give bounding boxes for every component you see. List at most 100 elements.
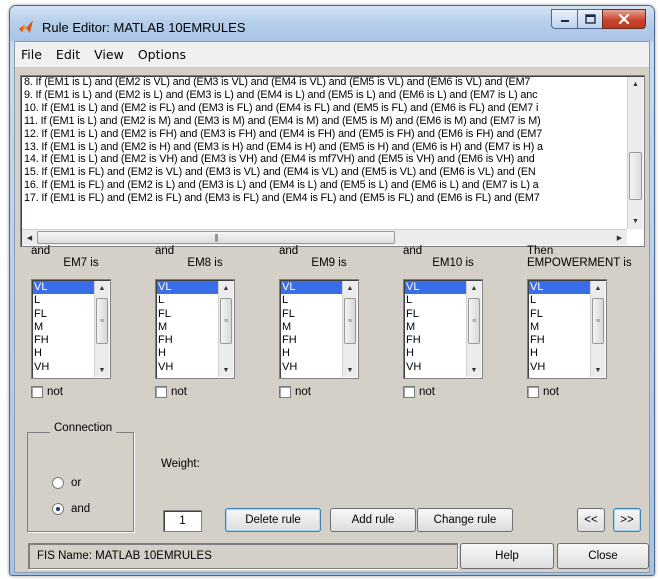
listbox-scrollbar[interactable]: ▲ ≡ ▼ [94,281,109,377]
list-item[interactable]: H [405,347,467,360]
list-item[interactable]: VL [157,281,219,295]
rule-line[interactable]: 16. If (EM1 is FL) and (EM2 is L) and (E… [24,179,624,192]
list-item[interactable]: M [157,321,219,334]
membership-listbox[interactable]: VL L FL M FH H VH ▲ ≡ ▼ [31,279,111,379]
listbox-scrollbar[interactable]: ▲ ≡ ▼ [466,281,481,377]
scroll-down-icon[interactable]: ▼ [628,214,643,229]
and-radio[interactable] [52,503,64,515]
listbox-scrollbar[interactable]: ▲ ≡ ▼ [590,281,605,377]
not-checkbox-row[interactable]: not [31,386,63,398]
list-item[interactable]: H [157,347,219,360]
membership-listbox[interactable]: VL L FL M FH H VH ▲ ≡ ▼ [155,279,235,379]
list-item[interactable]: M [405,321,467,334]
scroll-right-icon[interactable]: ▶ [612,230,627,245]
rule-list-horizontal-scrollbar[interactable]: ◀ ||| ▶ [22,229,627,245]
minimize-button[interactable] [551,9,578,29]
not-checkbox[interactable] [403,386,415,398]
connection-and-radio-row[interactable]: and [52,503,90,515]
previous-page-button[interactable]: << [577,508,605,532]
list-item[interactable]: H [281,347,343,360]
listbox-scrollbar[interactable]: ▲ ≡ ▼ [342,281,357,377]
or-radio[interactable] [52,477,64,489]
listbox-scrollbar[interactable]: ▲ ≡ ▼ [218,281,233,377]
rule-line[interactable]: 17. If (EM1 is FL) and (EM2 is FL) and (… [24,192,624,205]
list-item[interactable]: L [33,294,95,307]
not-checkbox[interactable] [155,386,167,398]
list-item[interactable]: FL [157,308,219,321]
help-button[interactable]: Help [460,543,554,569]
list-item[interactable]: VH [33,361,95,374]
list-item[interactable]: H [529,347,591,360]
list-item[interactable]: M [33,321,95,334]
list-item[interactable]: FL [405,308,467,321]
scroll-up-icon[interactable]: ▲ [467,281,481,295]
rule-list-vertical-scrollbar[interactable]: ▲ ▼ [627,77,643,229]
list-item[interactable]: L [157,294,219,307]
scroll-down-icon[interactable]: ▼ [95,363,109,377]
list-item[interactable]: VH [405,361,467,374]
list-item[interactable]: H [33,347,95,360]
scroll-thumb[interactable]: ≡ [220,298,232,344]
list-item[interactable]: M [281,321,343,334]
change-rule-button[interactable]: Change rule [417,508,513,532]
list-item[interactable]: FL [529,308,591,321]
menu-view[interactable]: View [94,47,124,62]
list-item[interactable]: L [281,294,343,307]
rule-line[interactable]: 10. If (EM1 is L) and (EM2 is FL) and (E… [24,102,624,115]
delete-rule-button[interactable]: Delete rule [225,508,321,532]
add-rule-button[interactable]: Add rule [330,508,416,532]
menu-file[interactable]: File [21,47,42,62]
membership-listbox[interactable]: VL L FL M FH H VH ▲ ≡ ▼ [279,279,359,379]
title-bar[interactable]: Rule Editor: MATLAB 10EMRULES [10,6,654,41]
rule-line[interactable]: 11. If (EM1 is L) and (EM2 is M) and (EM… [24,115,624,128]
rule-line[interactable]: 15. If (EM1 is FL) and (EM2 is VL) and (… [24,166,624,179]
list-item[interactable]: FH [529,334,591,347]
not-checkbox[interactable] [279,386,291,398]
rule-line[interactable]: 8. If (EM1 is L) and (EM2 is VL) and (EM… [24,76,624,89]
scroll-thumb[interactable] [629,152,642,200]
list-item[interactable]: VH [529,361,591,374]
rule-list[interactable]: 8. If (EM1 is L) and (EM2 is VL) and (EM… [20,75,645,247]
connection-or-radio-row[interactable]: or [52,477,81,489]
list-item[interactable]: FH [33,334,95,347]
scroll-thumb[interactable]: ≡ [344,298,356,344]
list-item[interactable]: VH [157,361,219,374]
list-item[interactable]: VL [281,281,343,295]
rule-line[interactable]: 9. If (EM1 is L) and (EM2 is L) and (EM3… [24,89,624,102]
not-checkbox-row[interactable]: not [527,386,559,398]
scroll-thumb[interactable]: ≡ [592,298,604,344]
list-item[interactable]: L [405,294,467,307]
close-window-button[interactable] [602,9,646,29]
scroll-up-icon[interactable]: ▲ [591,281,605,295]
menu-edit[interactable]: Edit [56,47,80,62]
rule-line[interactable]: 13. If (EM1 is L) and (EM2 is H) and (EM… [24,141,624,154]
maximize-button[interactable] [577,9,603,29]
scroll-up-icon[interactable]: ▲ [219,281,233,295]
not-checkbox[interactable] [31,386,43,398]
scroll-up-icon[interactable]: ▲ [343,281,357,295]
list-item[interactable]: FH [281,334,343,347]
close-button[interactable]: Close [557,543,649,569]
next-page-button[interactable]: >> [613,508,641,532]
scroll-down-icon[interactable]: ▼ [591,363,605,377]
list-item[interactable]: FL [281,308,343,321]
list-item[interactable]: FL [33,308,95,321]
scroll-thumb[interactable]: ≡ [468,298,480,344]
not-checkbox-row[interactable]: not [155,386,187,398]
not-checkbox-row[interactable]: not [403,386,435,398]
menu-options[interactable]: Options [138,47,186,62]
list-item[interactable]: VL [529,281,591,295]
scroll-left-icon[interactable]: ◀ [22,230,37,245]
list-item[interactable]: VH [281,361,343,374]
list-item[interactable]: FH [405,334,467,347]
membership-listbox[interactable]: VL L FL M FH H VH ▲ ≡ ▼ [403,279,483,379]
weight-input[interactable]: 1 [163,510,202,532]
scroll-thumb[interactable]: ≡ [96,298,108,344]
scroll-down-icon[interactable]: ▼ [467,363,481,377]
list-item[interactable]: VL [33,281,95,295]
scroll-down-icon[interactable]: ▼ [219,363,233,377]
not-checkbox[interactable] [527,386,539,398]
rule-line[interactable]: 12. If (EM1 is L) and (EM2 is FH) and (E… [24,128,624,141]
list-item[interactable]: FH [157,334,219,347]
list-item[interactable]: L [529,294,591,307]
